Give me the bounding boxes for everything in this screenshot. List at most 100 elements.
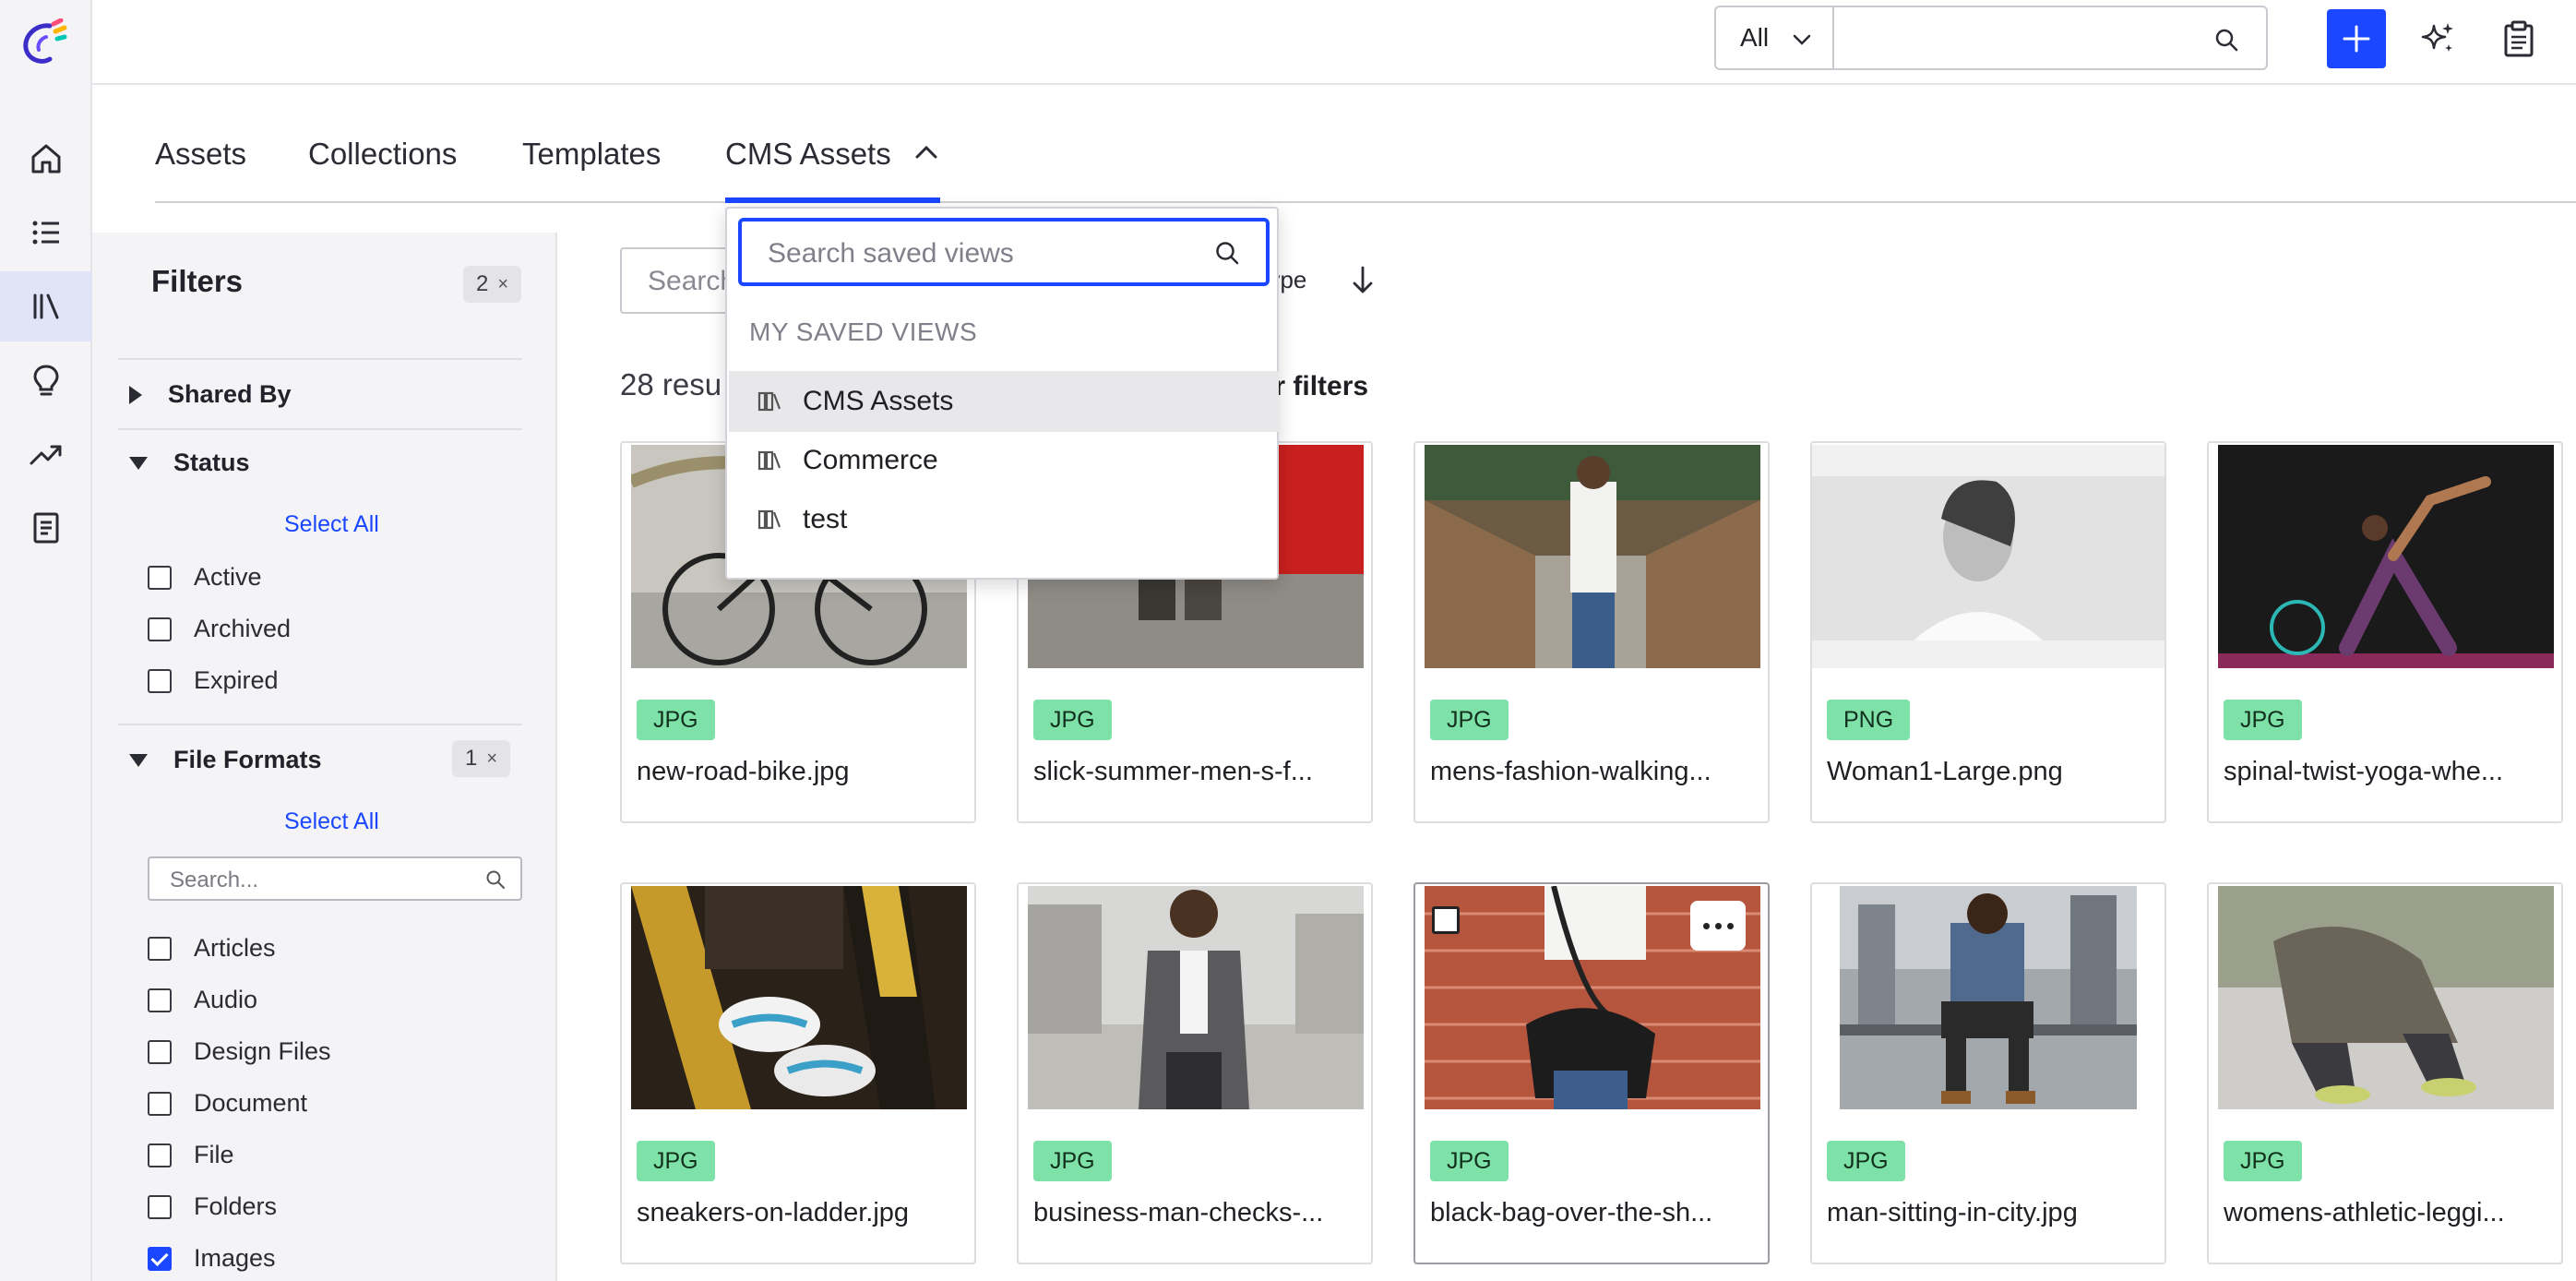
asset-card[interactable]: JPG black-bag-over-the-sh... — [1413, 882, 1770, 1264]
asset-name[interactable]: business-man-checks-... — [1033, 1198, 1366, 1228]
file-type-badge: JPG — [2224, 700, 2302, 740]
card-select-checkbox[interactable] — [1432, 906, 1460, 934]
checkbox[interactable] — [148, 1143, 172, 1167]
format-option-images[interactable]: Images — [148, 1244, 276, 1273]
asset-thumbnail[interactable] — [1840, 886, 2137, 1109]
asset-name[interactable]: new-road-bike.jpg — [637, 757, 969, 787]
plus-icon — [2343, 25, 2370, 53]
saved-view-item-commerce[interactable]: Commerce — [729, 430, 1279, 491]
filters-title: Filters — [151, 264, 244, 298]
status-option-archived[interactable]: Archived — [148, 615, 291, 643]
filter-section-status[interactable]: Status — [118, 449, 250, 477]
file-formats-clear-chip[interactable]: 1 × — [452, 740, 511, 777]
app-logo[interactable] — [18, 18, 68, 70]
asset-card[interactable]: JPG spinal-twist-yoga-whe... — [2207, 441, 2563, 823]
saved-view-item-cms-assets[interactable]: CMS Assets — [729, 371, 1279, 432]
search-icon — [486, 870, 505, 889]
asset-name[interactable]: sneakers-on-ladder.jpg — [637, 1198, 969, 1228]
create-button[interactable] — [2327, 9, 2386, 68]
asset-card[interactable]: JPG business-man-checks-... — [1017, 882, 1373, 1264]
checkbox[interactable] — [148, 936, 172, 961]
asset-name[interactable]: man-sitting-in-city.jpg — [1827, 1198, 2159, 1228]
search-icon[interactable] — [2214, 28, 2238, 52]
clear-filters-chip[interactable]: 2 × — [463, 266, 522, 303]
close-icon: × — [497, 273, 509, 294]
trending-icon[interactable] — [0, 419, 92, 489]
more-options-button[interactable] — [1690, 901, 1746, 951]
status-option-expired[interactable]: Expired — [148, 666, 279, 695]
asset-card[interactable]: PNG Woman1-Large.png — [1810, 441, 2166, 823]
lightbulb-icon[interactable] — [0, 345, 92, 415]
divider — [118, 724, 522, 725]
asset-thumbnail[interactable] — [1425, 445, 1760, 668]
top-bar: All — [92, 0, 2576, 85]
checkbox[interactable] — [148, 1091, 172, 1116]
asset-card[interactable]: JPG sneakers-on-ladder.jpg — [620, 882, 976, 1264]
dot-icon — [1714, 922, 1722, 929]
checkbox[interactable] — [148, 617, 172, 641]
format-option-folders[interactable]: Folders — [148, 1192, 277, 1221]
checkbox[interactable] — [148, 1039, 172, 1064]
asset-name[interactable]: mens-fashion-walking... — [1430, 757, 1762, 787]
asset-card[interactable]: JPG womens-athletic-leggi... — [2207, 882, 2563, 1264]
file-type-badge: JPG — [1430, 1141, 1509, 1181]
checkbox[interactable] — [148, 565, 172, 590]
file-type-badge: JPG — [1033, 700, 1112, 740]
asset-thumbnail[interactable] — [1812, 445, 2165, 668]
saved-views-search-input[interactable]: Search saved views — [738, 218, 1270, 286]
format-option-file[interactable]: File — [148, 1141, 234, 1169]
status-option-active[interactable]: Active — [148, 563, 262, 592]
tab-cms-assets[interactable]: CMS Assets — [725, 129, 940, 203]
caret-down-icon — [129, 753, 148, 767]
sparkle-icon[interactable] — [2417, 18, 2458, 59]
tab-assets[interactable]: Assets — [155, 129, 246, 203]
checkbox[interactable] — [148, 668, 172, 693]
asset-name[interactable]: Woman1-Large.png — [1827, 757, 2159, 787]
search-scope-value: All — [1740, 23, 1770, 52]
tab-collections[interactable]: Collections — [308, 129, 457, 203]
asset-name[interactable]: black-bag-over-the-sh... — [1430, 1198, 1762, 1228]
checkbox[interactable] — [148, 988, 172, 1012]
list-icon[interactable] — [0, 198, 92, 268]
asset-thumbnail[interactable] — [1028, 886, 1364, 1109]
sort-arrow-down-icon[interactable] — [1349, 264, 1377, 295]
asset-name[interactable]: slick-summer-men-s-f... — [1033, 757, 1366, 787]
asset-thumbnail[interactable] — [631, 886, 967, 1109]
asset-card[interactable]: JPG mens-fashion-walking... — [1413, 441, 1770, 823]
filter-section-file-formats[interactable]: File Formats — [118, 746, 322, 774]
file-type-badge: JPG — [637, 700, 715, 740]
dot-icon — [1726, 922, 1734, 929]
asset-card[interactable]: JPG man-sitting-in-city.jpg — [1810, 882, 2166, 1264]
saved-view-item-test[interactable]: test — [729, 489, 1279, 550]
document-icon[interactable] — [0, 493, 92, 563]
tab-cms-assets-label: CMS Assets — [725, 137, 891, 171]
saved-views-dropdown: Search saved views MY SAVED VIEWS CMS As… — [725, 207, 1279, 580]
format-option-design-files[interactable]: Design Files — [148, 1037, 331, 1066]
global-search-input[interactable] — [1832, 6, 2268, 70]
checkbox[interactable] — [148, 1194, 172, 1219]
divider — [118, 428, 522, 430]
filter-section-shared-by[interactable]: Shared By — [118, 380, 292, 409]
file-type-badge: JPG — [637, 1141, 715, 1181]
file-formats-select-all-link[interactable]: Select All — [284, 808, 379, 835]
file-type-badge: JPG — [1430, 700, 1509, 740]
format-option-audio[interactable]: Audio — [148, 986, 257, 1014]
search-scope-select[interactable]: All — [1714, 6, 1834, 70]
asset-name[interactable]: womens-athletic-leggi... — [2224, 1198, 2556, 1228]
format-option-document[interactable]: Document — [148, 1089, 307, 1118]
filter-count: 2 — [476, 271, 489, 296]
asset-thumbnail[interactable] — [2218, 445, 2554, 668]
status-select-all-link[interactable]: Select All — [284, 511, 379, 538]
left-nav-rail — [0, 0, 92, 1281]
file-formats-search-input[interactable]: Search... — [148, 856, 522, 901]
asset-name[interactable]: spinal-twist-yoga-whe... — [2224, 757, 2556, 787]
asset-thumbnail[interactable] — [2218, 886, 2554, 1109]
format-option-articles[interactable]: Articles — [148, 934, 276, 963]
library-icon[interactable] — [0, 271, 92, 341]
clipboard-icon[interactable] — [2498, 18, 2539, 59]
checkbox-checked[interactable] — [148, 1246, 172, 1271]
close-icon: × — [486, 748, 498, 769]
home-icon[interactable] — [0, 124, 92, 194]
tab-templates[interactable]: Templates — [522, 129, 661, 203]
library-icon — [757, 450, 781, 471]
